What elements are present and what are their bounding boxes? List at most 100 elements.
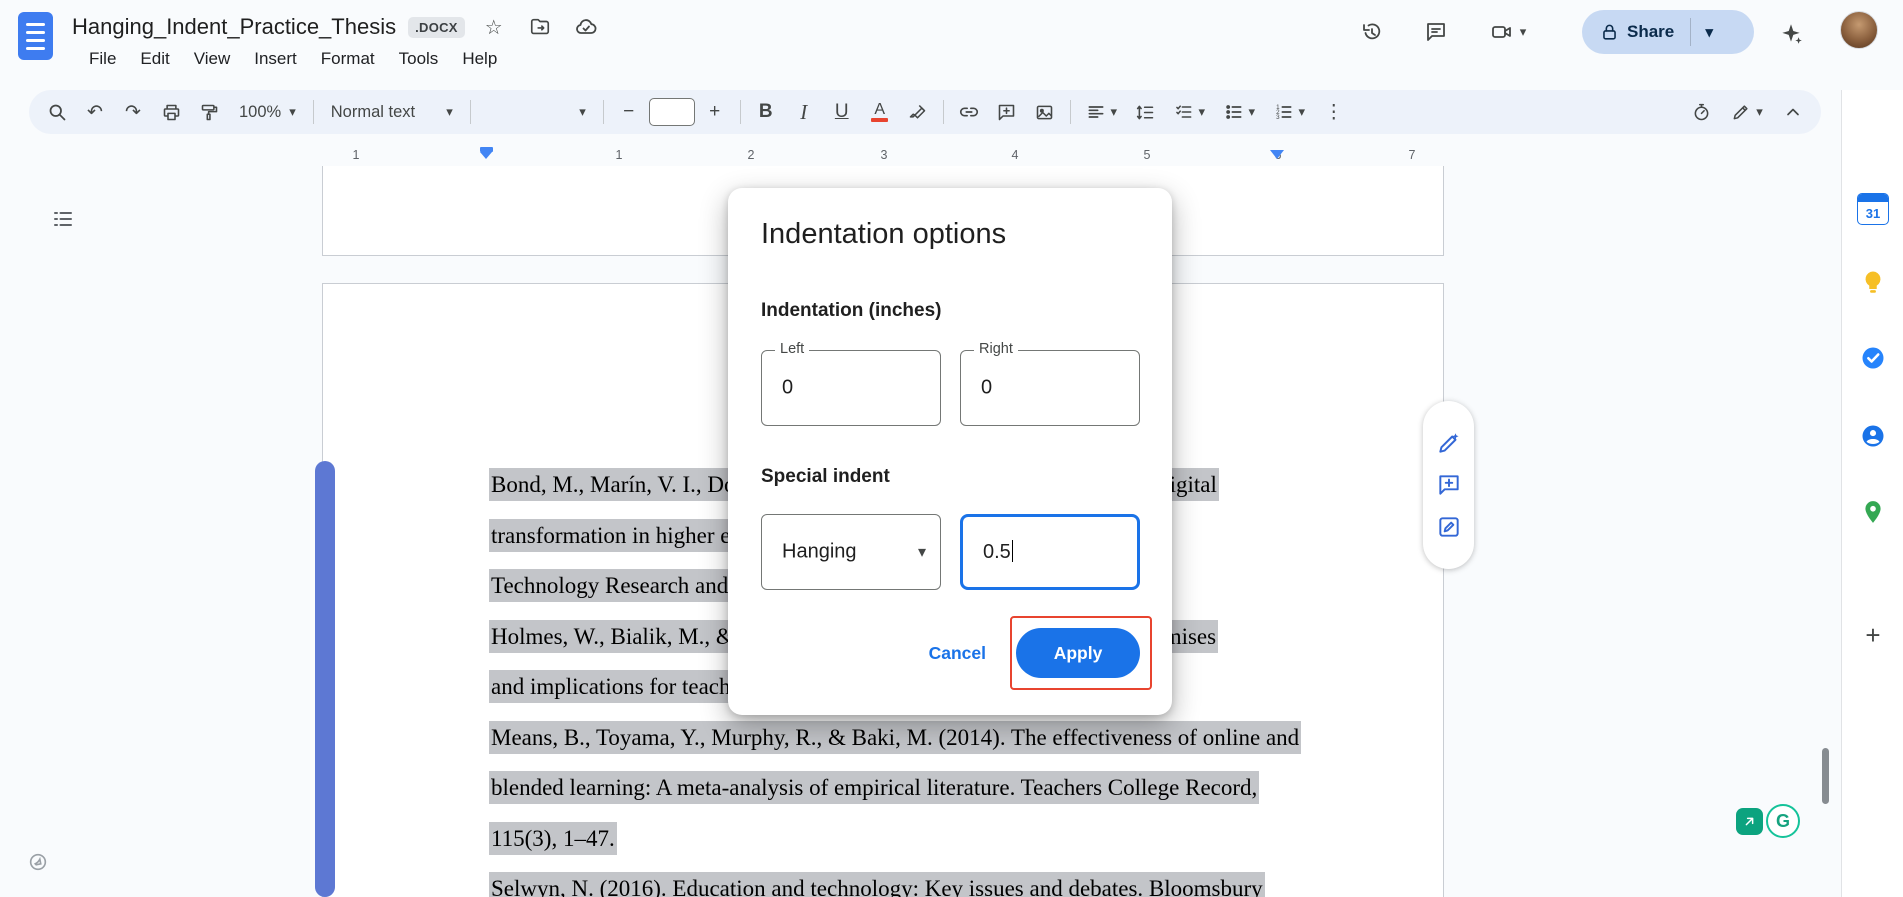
hide-menus-icon[interactable] bbox=[1775, 94, 1811, 130]
selected-text[interactable]: 115(3), 1–47. bbox=[489, 821, 617, 855]
special-indent-type-select[interactable]: Hanging ▾ bbox=[761, 514, 941, 590]
decrease-font-size-icon[interactable]: − bbox=[611, 94, 647, 130]
text-color-glyph: A bbox=[874, 100, 886, 118]
selected-text[interactable]: Means, B., Toyama, Y., Murphy, R., & Bak… bbox=[489, 720, 1302, 754]
paragraph-style-select[interactable]: Normal text ▾ bbox=[321, 96, 463, 128]
keep-icon[interactable] bbox=[1857, 266, 1889, 298]
document-line[interactable]: blended learning: A meta-analysis of emp… bbox=[489, 763, 1409, 814]
numbered-list-icon[interactable]: 123 ▾ bbox=[1266, 94, 1314, 130]
selected-text[interactable]: blended learning: A meta-analysis of emp… bbox=[489, 771, 1260, 804]
cloud-status-icon[interactable] bbox=[569, 10, 603, 44]
left-indent-field[interactable]: Left 0 bbox=[761, 341, 941, 426]
bold-icon[interactable]: B bbox=[748, 94, 784, 130]
version-history-icon[interactable] bbox=[1352, 12, 1392, 52]
undo-icon[interactable]: ↶ bbox=[77, 94, 113, 130]
docs-logo-icon[interactable] bbox=[18, 12, 53, 60]
font-size-input[interactable] bbox=[648, 98, 695, 126]
selection-scroll-bar[interactable] bbox=[315, 461, 335, 897]
left-indent-marker[interactable] bbox=[480, 147, 493, 159]
special-indent-section-label: Special indent bbox=[761, 466, 890, 487]
menu-format[interactable]: Format bbox=[310, 44, 386, 74]
redo-icon[interactable]: ↷ bbox=[115, 94, 151, 130]
document-line[interactable]: Selwyn, N. (2016). Education and technol… bbox=[489, 864, 1409, 897]
editing-mode-icon[interactable]: ▾ bbox=[1721, 94, 1773, 130]
chevron-down-icon[interactable]: ▾ bbox=[1520, 24, 1527, 40]
document-title[interactable]: Hanging_Indent_Practice_Thesis bbox=[72, 14, 396, 40]
explore-icon[interactable] bbox=[22, 846, 54, 878]
ruler[interactable]: 1 1 2 3 4 5 6 7 bbox=[322, 146, 1444, 166]
contacts-icon[interactable] bbox=[1857, 420, 1889, 452]
align-icon[interactable]: ▾ bbox=[1078, 94, 1126, 130]
scrollbar-thumb[interactable] bbox=[1822, 748, 1829, 804]
menu-insert[interactable]: Insert bbox=[243, 44, 308, 74]
document-line[interactable]: Means, B., Toyama, Y., Murphy, R., & Bak… bbox=[489, 713, 1409, 764]
text-caret bbox=[1011, 540, 1014, 562]
menu-bar: File Edit View Insert Format Tools Help bbox=[78, 44, 508, 74]
pen-sparkle-icon[interactable] bbox=[1436, 430, 1462, 456]
more-options-icon[interactable]: ⋮ bbox=[1316, 94, 1352, 130]
checklist-icon[interactable]: ▾ bbox=[1166, 94, 1214, 130]
chevron-down-icon: ▾ bbox=[579, 104, 586, 119]
toolbar-separator bbox=[602, 100, 604, 124]
timer-icon[interactable] bbox=[1683, 94, 1719, 130]
text-color-icon[interactable]: A bbox=[862, 94, 898, 130]
menu-view[interactable]: View bbox=[183, 44, 242, 74]
toolbar-separator bbox=[739, 100, 741, 124]
add-comment-icon[interactable] bbox=[989, 94, 1025, 130]
assistant-arrow-icon[interactable] bbox=[1736, 808, 1763, 835]
left-field-label: Left bbox=[775, 341, 810, 357]
calendar-day: 31 bbox=[1865, 205, 1881, 221]
document-outline-icon[interactable] bbox=[42, 198, 84, 240]
selected-text[interactable]: Selwyn, N. (2016). Education and technol… bbox=[489, 872, 1265, 897]
cancel-button[interactable]: Cancel bbox=[929, 643, 986, 664]
share-label: Share bbox=[1627, 22, 1675, 41]
calendar-icon[interactable]: 31 bbox=[1857, 193, 1889, 225]
gemini-sparkle-icon[interactable] bbox=[1770, 13, 1812, 55]
share-button[interactable]: Share ▾ bbox=[1582, 10, 1754, 54]
tasks-icon[interactable] bbox=[1857, 342, 1889, 374]
highlight-color-icon[interactable] bbox=[900, 94, 936, 130]
menu-edit[interactable]: Edit bbox=[129, 44, 180, 74]
star-icon[interactable]: ☆ bbox=[477, 10, 511, 44]
right-field-value: 0 bbox=[981, 376, 993, 399]
font-family-select[interactable]: ▾ bbox=[478, 96, 596, 128]
ruler-mark: 4 bbox=[1011, 148, 1019, 162]
move-folder-icon[interactable] bbox=[523, 10, 557, 44]
comments-icon[interactable] bbox=[1416, 12, 1456, 52]
zoom-select[interactable]: 100% ▾ bbox=[229, 96, 306, 128]
grammarly-icon[interactable]: G bbox=[1766, 804, 1800, 838]
menu-help[interactable]: Help bbox=[451, 44, 508, 74]
chevron-down-icon: ▾ bbox=[446, 104, 453, 119]
account-avatar[interactable] bbox=[1840, 11, 1878, 49]
menu-file[interactable]: File bbox=[78, 44, 127, 74]
chevron-down-icon: ▾ bbox=[1198, 104, 1205, 119]
svg-text:3: 3 bbox=[1277, 114, 1281, 121]
line-spacing-icon[interactable] bbox=[1128, 94, 1164, 130]
add-addon-icon[interactable]: + bbox=[1857, 619, 1889, 651]
add-comment-bubble-icon[interactable] bbox=[1436, 472, 1462, 498]
maps-icon[interactable] bbox=[1857, 496, 1889, 528]
paint-format-icon[interactable] bbox=[191, 94, 227, 130]
style-value: Normal text bbox=[330, 102, 416, 121]
underline-icon[interactable]: U bbox=[824, 94, 860, 130]
share-chevron-icon[interactable]: ▾ bbox=[1691, 23, 1727, 41]
meet-video-icon[interactable]: ▾ bbox=[1478, 12, 1538, 52]
ruler-mark: 5 bbox=[1143, 148, 1151, 162]
insert-link-icon[interactable] bbox=[951, 94, 987, 130]
right-indent-field[interactable]: Right 0 bbox=[960, 341, 1140, 426]
document-line[interactable]: 115(3), 1–47. bbox=[489, 814, 1409, 865]
calendar-icon-top bbox=[1858, 194, 1888, 202]
chevron-down-icon: ▾ bbox=[1756, 104, 1763, 119]
insert-image-icon[interactable] bbox=[1027, 94, 1063, 130]
pen-square-icon[interactable] bbox=[1436, 514, 1462, 540]
right-indent-marker[interactable] bbox=[1270, 150, 1284, 159]
special-indent-amount-field[interactable]: 0.5 bbox=[960, 514, 1140, 590]
italic-icon[interactable]: I bbox=[786, 94, 822, 130]
search-icon[interactable] bbox=[39, 94, 75, 130]
print-icon[interactable] bbox=[153, 94, 189, 130]
apply-button[interactable]: Apply bbox=[1016, 628, 1140, 678]
increase-font-size-icon[interactable]: + bbox=[697, 94, 733, 130]
menu-tools[interactable]: Tools bbox=[388, 44, 450, 74]
bulleted-list-icon[interactable]: ▾ bbox=[1216, 94, 1264, 130]
title-row: Hanging_Indent_Practice_Thesis .DOCX ☆ bbox=[72, 10, 603, 44]
